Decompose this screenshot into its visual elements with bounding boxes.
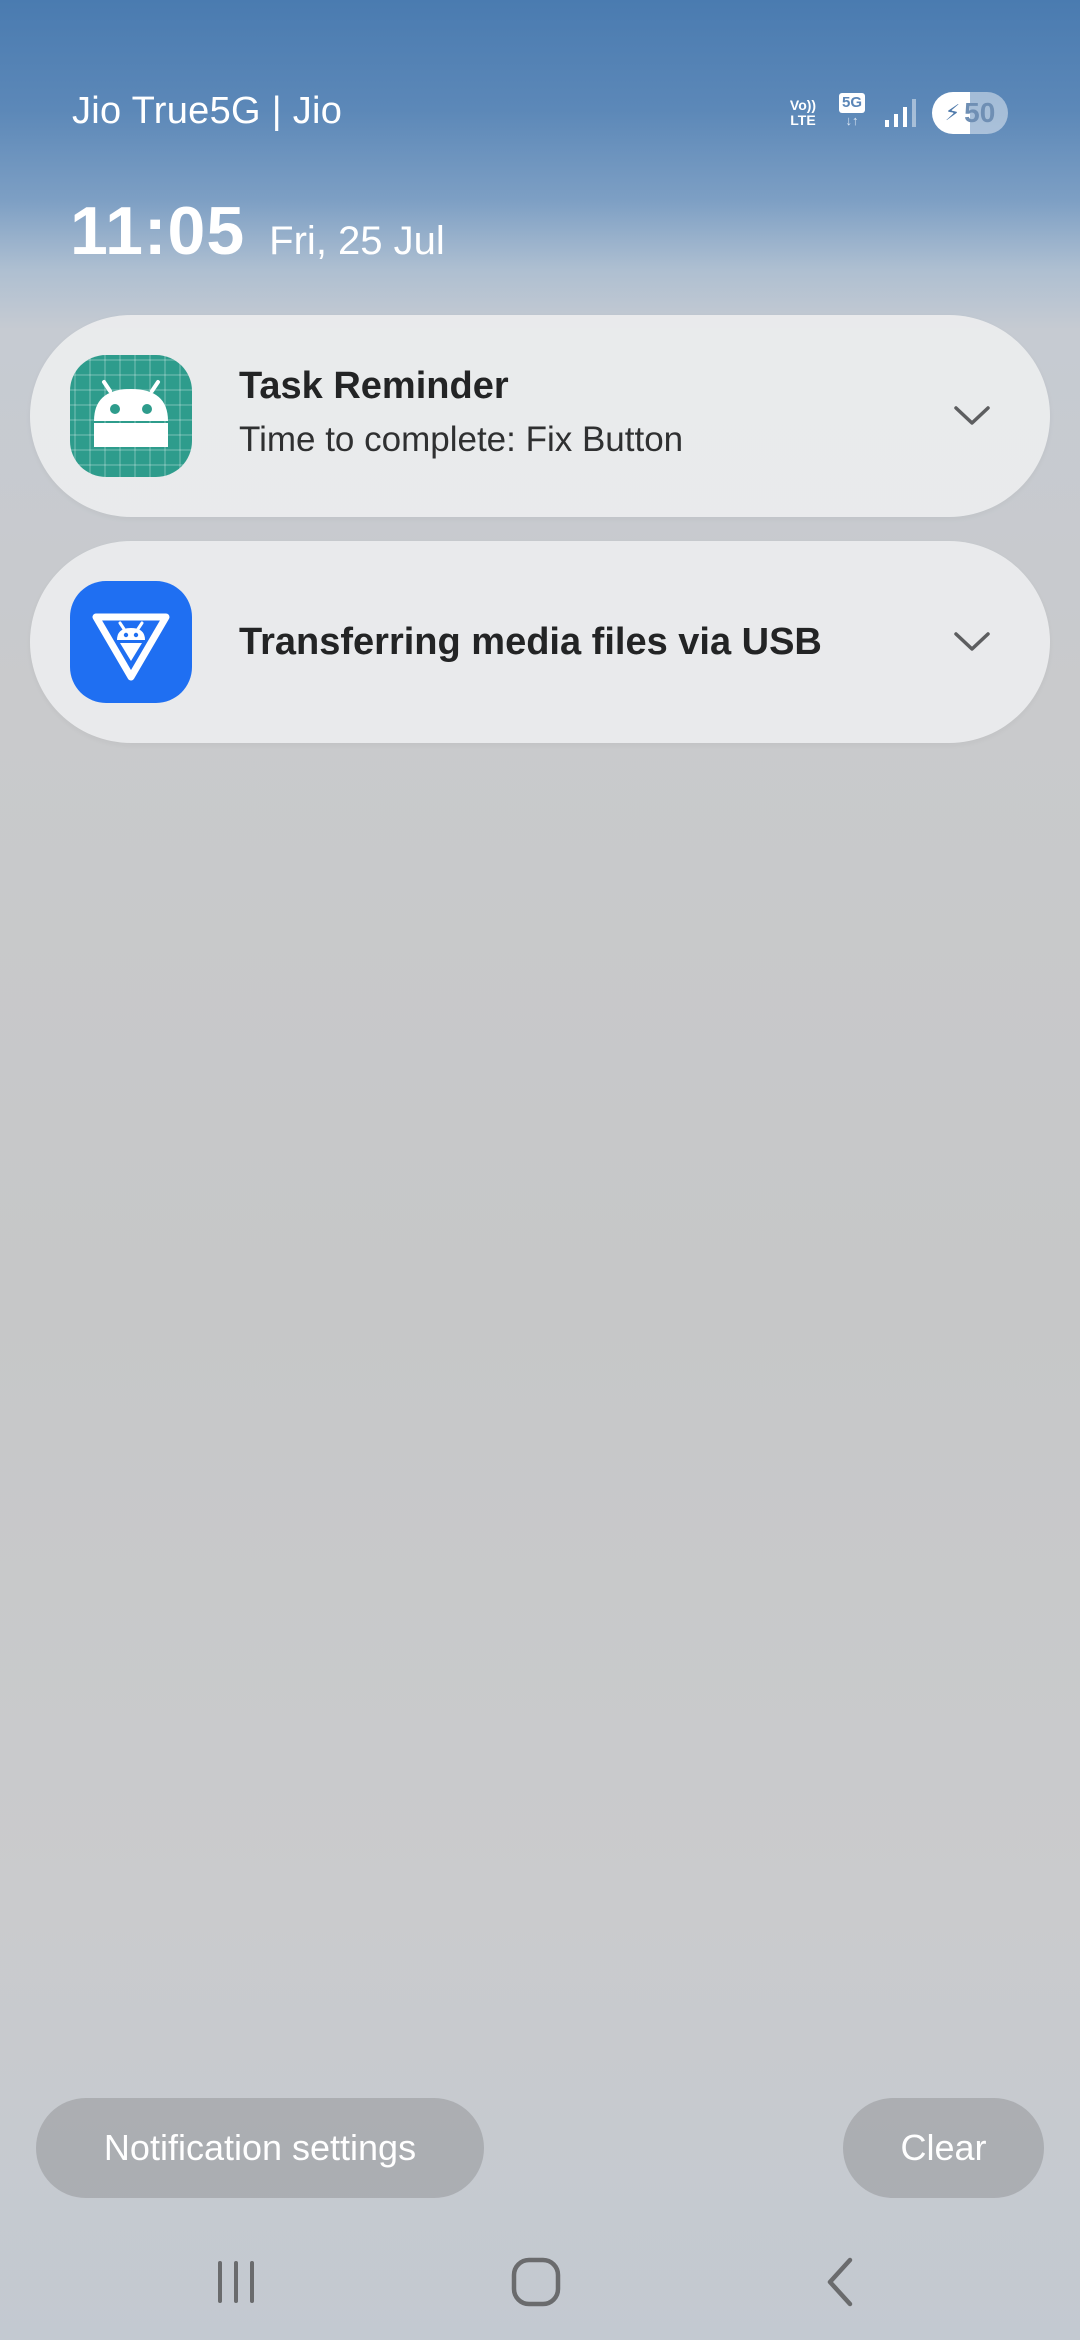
data-activity-arrows: ↓↑ xyxy=(845,113,859,128)
navigation-bar xyxy=(0,2220,1080,2340)
chevron-down-icon xyxy=(954,632,990,651)
back-button[interactable] xyxy=(790,2232,890,2332)
recents-icon xyxy=(218,2261,254,2303)
charging-bolt-icon: ⚡ xyxy=(944,100,961,125)
notification-task-reminder[interactable]: Task Reminder Time to complete: Fix Butt… xyxy=(30,315,1050,517)
notification-title: Task Reminder xyxy=(239,365,509,407)
signal-strength-icon xyxy=(885,99,916,127)
battery-level: 50 xyxy=(964,97,996,128)
recents-button[interactable] xyxy=(186,2232,286,2332)
home-icon xyxy=(511,2257,561,2307)
usb-android-transfer-icon xyxy=(70,581,192,703)
chevron-down-icon xyxy=(954,406,990,425)
volte-icon: Vo)) LTE xyxy=(786,95,820,131)
clear-button[interactable]: Clear xyxy=(843,2098,1044,2198)
clock-row: 11:05 Fri, 25 Jul xyxy=(70,192,445,270)
status-bar: Jio True5G | Jio Vo)) LTE 5G ↓↑ ⚡ 50 xyxy=(0,0,1080,160)
network-type-label: 5G xyxy=(838,93,865,113)
volte-label-top: Vo)) xyxy=(789,97,817,113)
notification-title: Transferring media files via USB xyxy=(239,620,822,663)
notification-text: Task Reminder Time to complete: Fix Butt… xyxy=(239,365,683,460)
carrier-name: Jio True5G | Jio xyxy=(72,90,343,132)
notification-body: Time to complete: Fix Button xyxy=(239,420,684,459)
home-button[interactable] xyxy=(486,2232,586,2332)
expand-chevron-button[interactable] xyxy=(942,612,1002,672)
android-robot-icon xyxy=(70,355,192,477)
volte-label-bottom: LTE xyxy=(790,112,816,128)
status-icons: Vo)) LTE 5G ↓↑ ⚡ 50 xyxy=(786,88,1008,138)
clock: 11:05 xyxy=(70,193,246,269)
battery-indicator: ⚡ 50 xyxy=(932,92,1008,134)
network-5g-icon: 5G ↓↑ xyxy=(834,93,870,133)
date: Fri, 25 Jul xyxy=(269,219,445,263)
notification-settings-button[interactable]: Notification settings xyxy=(36,2098,484,2198)
expand-chevron-button[interactable] xyxy=(942,386,1002,446)
notification-usb-transfer[interactable]: Transferring media files via USB xyxy=(30,541,1050,743)
back-icon xyxy=(827,2257,853,2307)
